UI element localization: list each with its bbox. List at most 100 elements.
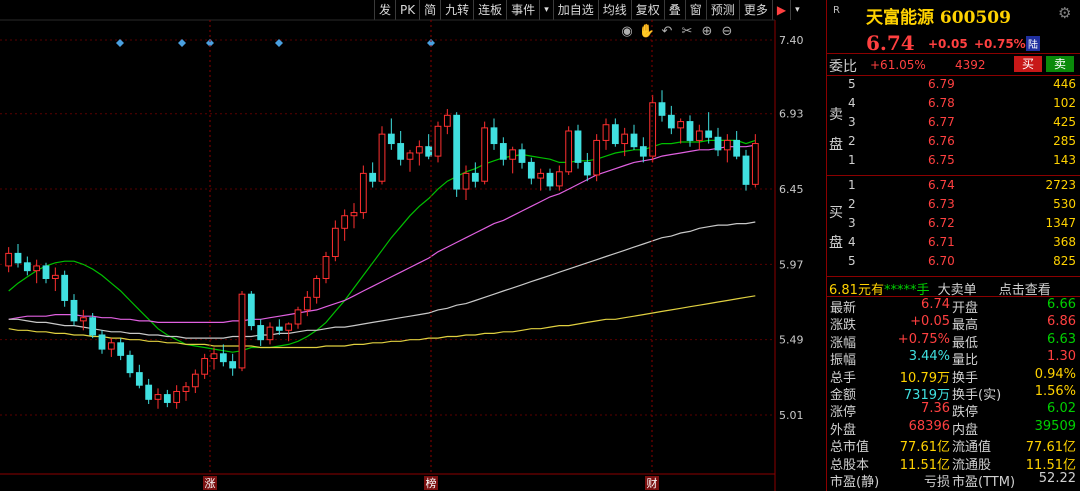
candle-body bbox=[677, 121, 685, 129]
stat-l2: 市盈(TTM) bbox=[952, 475, 1016, 490]
y-tick-label: 7.40 bbox=[779, 34, 804, 47]
stat-row: 总股本 11.51亿 流通股 11.51亿 bbox=[830, 454, 1076, 473]
candle-body bbox=[695, 130, 703, 141]
rzrq-tag: R bbox=[833, 5, 840, 16]
bid-row[interactable]: 3 6.72 1347 bbox=[848, 216, 1076, 234]
candle-body bbox=[593, 139, 601, 176]
candle-body bbox=[107, 342, 115, 350]
candle-body bbox=[51, 274, 59, 279]
stat-l2: 最低 bbox=[952, 335, 979, 351]
candle-body bbox=[210, 353, 218, 360]
ask-price: 6.77 bbox=[928, 115, 955, 129]
bid-row[interactable]: 2 6.73 530 bbox=[848, 197, 1076, 215]
current-price: 6.74 bbox=[866, 31, 915, 55]
scissors-icon[interactable]: ✂ bbox=[682, 24, 693, 39]
bid-row[interactable]: 4 6.71 368 bbox=[848, 235, 1076, 253]
stat-l1: 振幅 bbox=[830, 353, 857, 369]
hand-icon[interactable]: ✋ bbox=[639, 23, 655, 39]
ma-line-white bbox=[8, 221, 756, 339]
candlestick-chart[interactable]: 7.40 6.93 6.45 5.97 5.49 5.01 涨 榜 财 ◉ ✋ ↶ ✂ ⊕ ⊖ bbox=[0, 0, 826, 491]
ask-vol: 446 bbox=[1053, 77, 1076, 91]
stat-v2: 77.61亿 bbox=[1025, 440, 1076, 456]
weibi-pct: +61.05% bbox=[870, 58, 926, 72]
y-tick-label: 5.49 bbox=[779, 334, 804, 347]
sell-button[interactable]: 卖 bbox=[1046, 56, 1074, 72]
candle-body bbox=[331, 227, 339, 258]
plus-circle-icon[interactable]: ⊕ bbox=[702, 24, 713, 39]
candle-body bbox=[415, 146, 423, 154]
candle-body bbox=[406, 152, 414, 160]
candle-body bbox=[229, 361, 237, 369]
stat-l1: 总股本 bbox=[830, 457, 870, 473]
stat-v1: 6.74 bbox=[921, 297, 950, 312]
weibi-num: 4392 bbox=[955, 58, 986, 72]
ask-row[interactable]: 1 6.75 143 bbox=[848, 153, 1076, 171]
bid-row[interactable]: 1 6.74 2723 bbox=[848, 178, 1076, 196]
stat-v2: 39509 bbox=[1034, 418, 1076, 434]
stock-name: 天富能源 bbox=[866, 8, 934, 28]
ask-row[interactable]: 2 6.76 285 bbox=[848, 134, 1076, 152]
ask-vol: 143 bbox=[1053, 153, 1076, 167]
bid-price: 6.72 bbox=[928, 216, 955, 230]
candle-body bbox=[173, 390, 181, 403]
buy-button[interactable]: 买 bbox=[1014, 56, 1042, 72]
candle-body bbox=[257, 325, 265, 341]
stat-v1: +0.75% bbox=[897, 331, 950, 347]
ask-level: 1 bbox=[848, 153, 856, 167]
stat-l2: 最高 bbox=[952, 318, 979, 334]
candle-body bbox=[518, 149, 526, 163]
ask-row[interactable]: 4 6.78 102 bbox=[848, 96, 1076, 114]
stat-l2: 量比 bbox=[952, 353, 979, 369]
stat-l1: 最新 bbox=[830, 301, 857, 316]
stat-l1: 总手 bbox=[830, 370, 857, 386]
candle-body bbox=[471, 172, 479, 182]
bid-price: 6.71 bbox=[928, 235, 955, 249]
stat-v2: 1.30 bbox=[1047, 349, 1076, 365]
stat-l1: 市盈(静) bbox=[830, 475, 880, 490]
stat-v2: 0.94% bbox=[1034, 366, 1076, 382]
candle-body bbox=[135, 372, 143, 386]
sell-side-label: 卖盘 bbox=[829, 107, 843, 153]
candle-body bbox=[443, 114, 451, 127]
candle-body bbox=[247, 293, 255, 327]
gear-icon[interactable]: ⚙ bbox=[1058, 4, 1071, 22]
candle-body bbox=[285, 323, 293, 331]
stat-row: 市盈(静) 亏损 市盈(TTM) 52.22 bbox=[830, 471, 1076, 490]
candle-body bbox=[565, 130, 573, 173]
y-tick-label: 6.45 bbox=[779, 183, 804, 196]
undo-icon[interactable]: ↶ bbox=[662, 24, 673, 39]
ask-level: 4 bbox=[848, 96, 856, 110]
stat-l2: 换手 bbox=[952, 370, 979, 386]
bid-price: 6.70 bbox=[928, 254, 955, 268]
candle-body bbox=[658, 102, 666, 116]
candle-body bbox=[555, 171, 563, 187]
candle-body bbox=[574, 130, 582, 163]
stat-v2: 11.51亿 bbox=[1025, 457, 1076, 473]
event-diamond-icon bbox=[116, 39, 124, 47]
ask-row[interactable]: 5 6.79 446 bbox=[848, 77, 1076, 95]
bid-row[interactable]: 5 6.70 825 bbox=[848, 254, 1076, 272]
stat-v1: 11.51亿 bbox=[899, 457, 950, 473]
candle-body bbox=[630, 133, 638, 148]
event-label: 财 bbox=[647, 476, 658, 490]
bid-level: 5 bbox=[848, 254, 856, 268]
candle-body bbox=[61, 274, 69, 301]
candle-body bbox=[369, 172, 377, 182]
stat-v2: 52.22 bbox=[1038, 471, 1076, 486]
weibi-label: 委比 bbox=[829, 59, 857, 75]
stat-row: 振幅 3.44% 量比 1.30 bbox=[830, 349, 1076, 369]
minus-circle-icon[interactable]: ⊖ bbox=[722, 24, 733, 39]
stat-v1: 68396 bbox=[908, 418, 950, 434]
stat-v1: 10.79万 bbox=[899, 370, 950, 386]
ask-row[interactable]: 3 6.77 425 bbox=[848, 115, 1076, 133]
candle-body bbox=[546, 172, 554, 187]
stat-l2: 内盘 bbox=[952, 422, 979, 438]
bid-price: 6.74 bbox=[928, 178, 955, 192]
stat-v1: +0.05 bbox=[910, 314, 950, 330]
eye-icon[interactable]: ◉ bbox=[621, 24, 632, 39]
stat-row: 外盘 68396 内盘 39509 bbox=[830, 418, 1076, 438]
stat-row: 涨跌 +0.05 最高 6.86 bbox=[830, 314, 1076, 334]
candle-body bbox=[163, 394, 171, 403]
y-tick-label: 5.01 bbox=[779, 409, 804, 422]
candle-body bbox=[14, 252, 22, 264]
